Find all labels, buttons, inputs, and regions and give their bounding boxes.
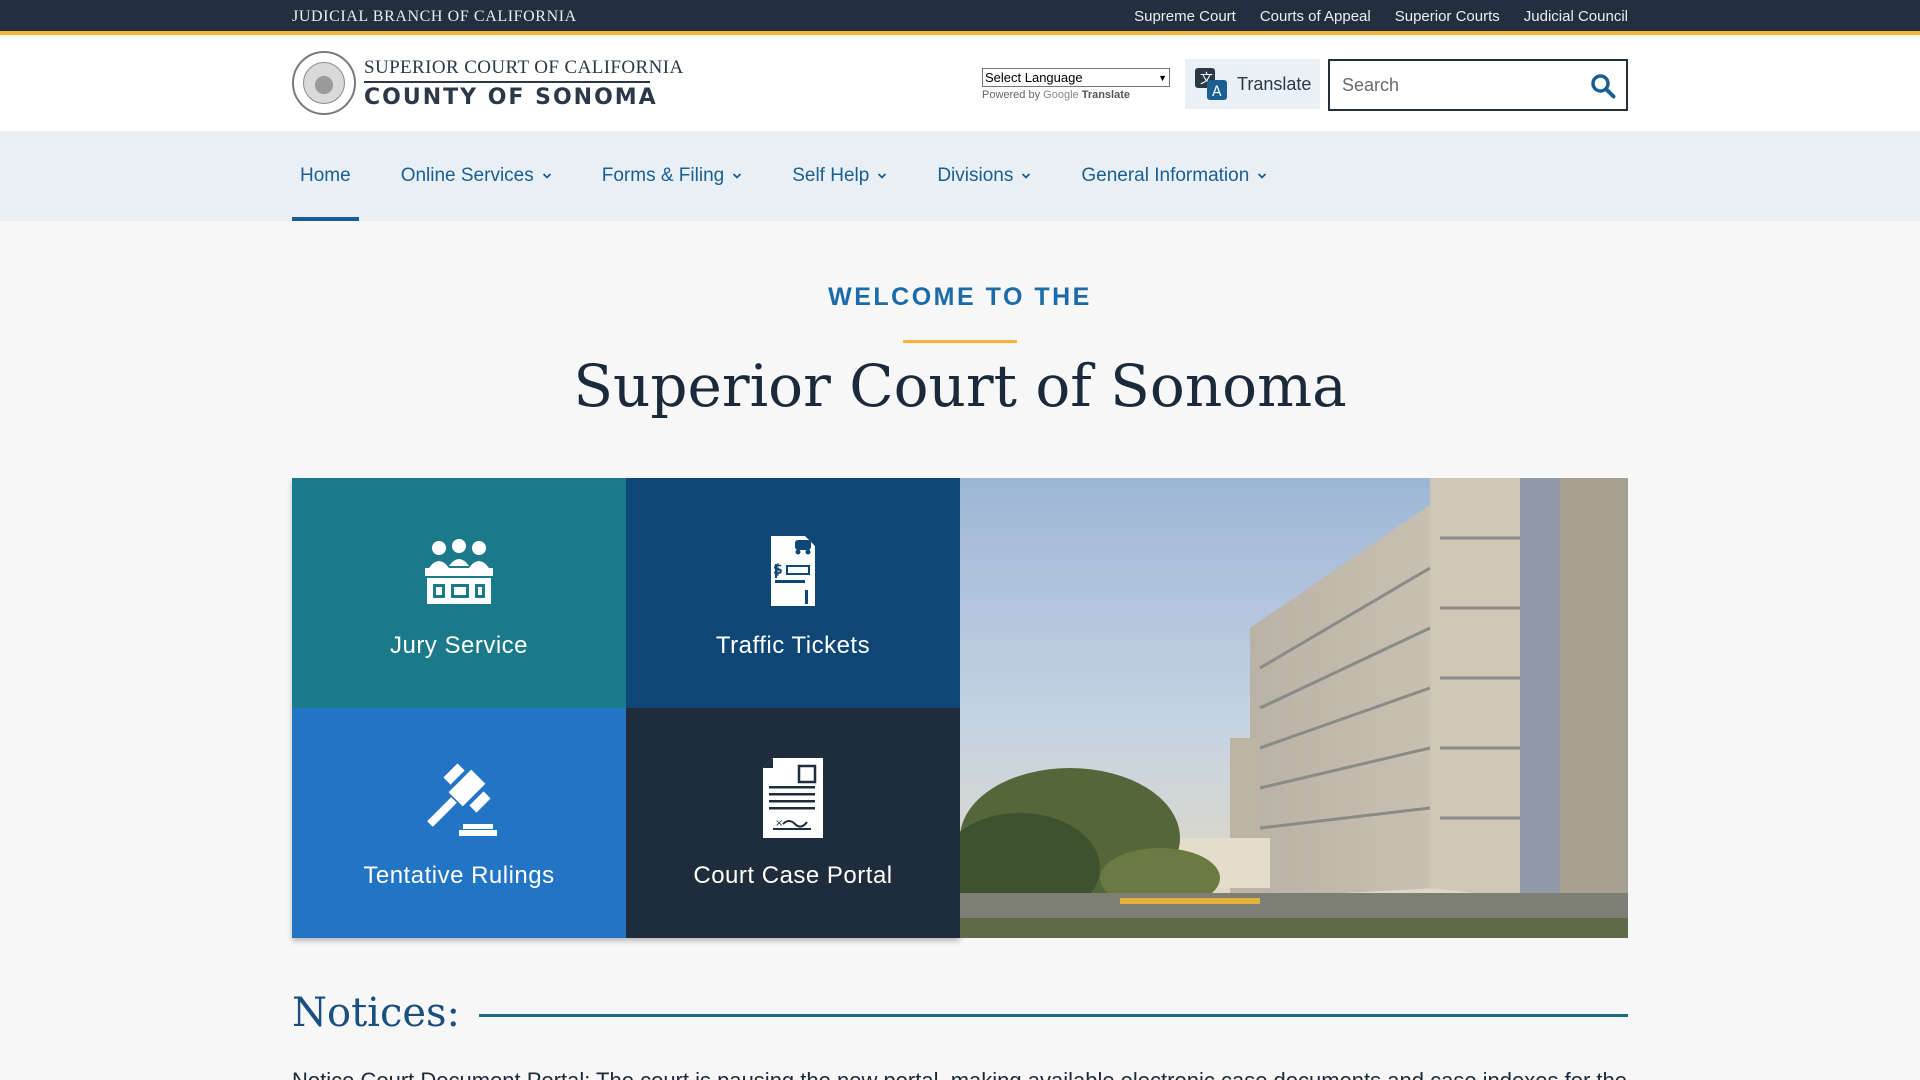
tile-court-case-portal[interactable]: × Court Case Portal: [626, 708, 960, 938]
tile-label: Jury Service: [389, 632, 529, 659]
language-select[interactable]: Select Language ▼: [982, 68, 1170, 87]
gold-divider: [903, 340, 1017, 343]
nav-label: Divisions: [937, 165, 1014, 186]
search-input[interactable]: Search: [1342, 75, 1399, 96]
top-link-courts-of-appeal[interactable]: Courts of Appeal: [1260, 8, 1371, 25]
chevron-down-icon: [1022, 173, 1031, 179]
site-header: SUPERIOR COURT OF CALIFORNIA COUNTY OF S…: [0, 39, 1920, 131]
welcome-kicker: WELCOME TO THE: [828, 283, 1092, 311]
tile-traffic-tickets[interactable]: $ Traffic Tickets: [626, 478, 960, 708]
logo-line-1[interactable]: SUPERIOR COURT OF CALIFORNIA: [364, 57, 684, 79]
top-bar: JUDICIAL BRANCH OF CALIFORNIA Supreme Co…: [0, 0, 1920, 35]
top-link-supreme-court[interactable]: Supreme Court: [1134, 8, 1236, 25]
svg-text:×: ×: [775, 818, 783, 829]
case-document-icon: ×: [753, 758, 833, 838]
chevron-down-icon: [1258, 173, 1267, 179]
search-icon[interactable]: [1590, 73, 1616, 99]
chevron-down-icon: [733, 173, 742, 179]
tile-label: Court Case Portal: [693, 862, 893, 889]
court-seal-logo[interactable]: [292, 51, 356, 115]
gavel-icon: [419, 758, 499, 838]
nav-label: Self Help: [792, 165, 870, 186]
chevron-down-icon: [542, 173, 551, 179]
nav-label: General Information: [1081, 165, 1250, 186]
translate-label: Translate: [1237, 73, 1312, 94]
notices-divider: [479, 1014, 1628, 1017]
logo-divider: [364, 81, 650, 83]
main-nav: Home Online Services Forms & Filing Self…: [0, 131, 1920, 221]
tile-jury-service[interactable]: Jury Service: [292, 478, 626, 708]
judicial-branch-brand[interactable]: JUDICIAL BRANCH OF CALIFORNIA: [292, 8, 577, 26]
powered-by-google: Powered by Google Translate: [982, 89, 1130, 101]
top-link-superior-courts[interactable]: Superior Courts: [1395, 8, 1500, 25]
tile-label: Tentative Rulings: [363, 862, 555, 889]
nav-label: Home: [300, 165, 351, 186]
quick-links-grid: Jury Service $ Traffic Tickets Tentative…: [292, 478, 960, 938]
nav-label: Forms & Filing: [601, 165, 725, 186]
nav-item-online-services[interactable]: Online Services: [393, 131, 560, 221]
svg-text:$: $: [773, 562, 783, 578]
tile-label: Traffic Tickets: [715, 632, 871, 659]
jury-icon: [419, 528, 499, 608]
nav-label: Online Services: [400, 165, 534, 186]
svg-text:A: A: [1212, 84, 1222, 100]
page-title: Superior Court of Sonoma: [573, 352, 1347, 420]
notices-heading: Notices:: [292, 990, 461, 1036]
translate-button[interactable]: 文 A Translate: [1185, 59, 1320, 109]
chevron-down-icon: [878, 173, 887, 179]
powered-by-label: Powered by: [982, 89, 1041, 101]
nav-item-self-help[interactable]: Self Help: [784, 131, 895, 221]
nav-item-forms-filing[interactable]: Forms & Filing: [594, 131, 750, 221]
google-label[interactable]: Google: [1043, 89, 1078, 101]
nav-item-home[interactable]: Home: [292, 131, 359, 221]
google-translate-label[interactable]: Translate: [1082, 89, 1130, 101]
top-link-judicial-council[interactable]: Judicial Council: [1524, 8, 1628, 25]
language-select-value: Select Language: [985, 70, 1083, 85]
tile-tentative-rulings[interactable]: Tentative Rulings: [292, 708, 626, 938]
chevron-down-icon: ▼: [1158, 72, 1167, 83]
nav-item-divisions[interactable]: Divisions: [929, 131, 1039, 221]
traffic-ticket-icon: $: [753, 528, 833, 608]
nav-item-general-information[interactable]: General Information: [1073, 131, 1275, 221]
notice-text[interactable]: Notice Court Document Portal: The court …: [292, 1068, 1628, 1080]
search-box[interactable]: Search: [1328, 59, 1628, 111]
logo-line-2[interactable]: COUNTY OF SONOMA: [364, 85, 658, 110]
courthouse-photo: [960, 478, 1628, 938]
translate-icon: 文 A: [1193, 66, 1229, 102]
top-links: Supreme Court Courts of Appeal Superior …: [1134, 8, 1628, 25]
